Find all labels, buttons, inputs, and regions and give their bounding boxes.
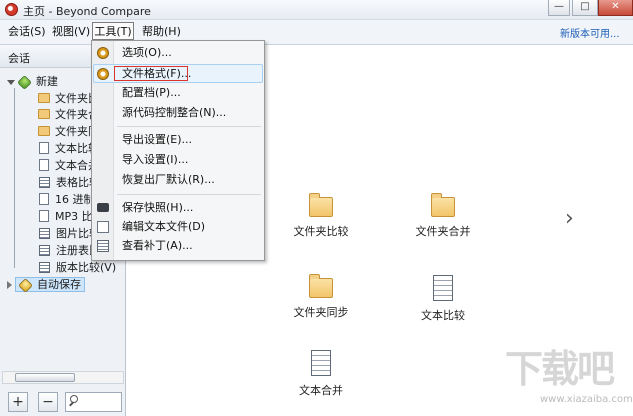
sidebar-group-label: 自动保存 [37, 278, 81, 291]
picture-icon [39, 227, 50, 239]
folder-sync-icon [38, 126, 50, 136]
document-icon [39, 142, 49, 154]
menu-item-source-control[interactable]: 源代码控制整合(N)... [122, 104, 226, 122]
window-title: 主页 - Beyond Compare [23, 5, 151, 18]
menu-view[interactable]: 视图(V) [50, 24, 92, 40]
add-session-button[interactable]: + [8, 392, 28, 412]
expand-arrow-icon[interactable] [7, 79, 15, 85]
new-session-gem-icon [17, 74, 32, 90]
collapse-arrow-icon[interactable] [7, 281, 12, 289]
sidebar-item-folder-merge[interactable]: 文件夹合 [38, 106, 99, 123]
menu-item-profiles[interactable]: 配置档(P)... [122, 84, 181, 102]
tile-label: 文件夹比较 [293, 225, 349, 238]
folder-sync-icon [309, 274, 333, 298]
edit-icon [97, 221, 109, 233]
music-icon [39, 210, 49, 222]
patch-icon [97, 240, 109, 252]
version-icon [39, 261, 50, 273]
sidebar-item-folder-sync[interactable]: 文件夹同 [38, 123, 99, 140]
sidebar-item-label: MP3 比 [55, 210, 93, 223]
registry-icon [39, 244, 50, 256]
folder-compare-icon [309, 193, 333, 217]
auto-save-gem-icon [18, 277, 33, 293]
menu-tools[interactable]: 工具(T) [92, 22, 134, 40]
sidebar-item-folder-compare[interactable]: 文件夹比 [38, 90, 99, 107]
sidebar-item-hex-compare[interactable]: 16 进制 [39, 191, 95, 208]
sidebar-item-mp3-compare[interactable]: MP3 比 [39, 208, 93, 225]
sidebar-group-auto-save[interactable]: 自动保存 [7, 276, 85, 293]
document-icon [39, 159, 49, 171]
sidebar-search-input[interactable] [65, 392, 122, 412]
watermark-url: www.xiazaiba.com [540, 394, 633, 405]
minimize-button[interactable]: — [548, 0, 570, 16]
hex-document-icon [39, 193, 49, 205]
scrollbar-thumb[interactable] [15, 373, 75, 382]
tile-folder-compare[interactable]: 文件夹比较 [285, 193, 357, 239]
tile-label: 文件夹同步 [293, 306, 349, 319]
watermark-logo: 下载吧 [505, 346, 615, 391]
menu-item-options[interactable]: 选项(O)... [122, 44, 172, 62]
next-page-arrow-icon[interactable]: › [565, 206, 574, 231]
sidebar-item-text-merge[interactable]: 文本合并 [39, 157, 99, 174]
text-compare-icon [433, 275, 453, 301]
camera-icon [97, 203, 109, 212]
tile-folder-merge[interactable]: 文件夹合并 [407, 193, 479, 239]
table-icon [39, 176, 50, 188]
maximize-button[interactable]: □ [572, 0, 598, 16]
menu-item-export-settings[interactable]: 导出设置(E)... [122, 131, 192, 149]
tree-guide-line [14, 88, 15, 268]
sidebar-item-label: 16 进制 [55, 193, 95, 206]
menu-item-import-settings[interactable]: 导入设置(I)... [122, 151, 188, 169]
close-button[interactable]: ✕ [598, 0, 633, 16]
menu-item-restore-defaults[interactable]: 恢复出厂默认(R)... [122, 171, 215, 189]
menu-separator [117, 126, 261, 127]
sidebar-header-label: 会话 [8, 52, 30, 65]
app-logo-icon [5, 3, 18, 16]
menu-help[interactable]: 帮助(H) [140, 24, 183, 40]
tile-text-merge[interactable]: 文本合并 [285, 350, 357, 398]
sidebar-item-label: 版本比较(V) [56, 261, 117, 274]
annotation-highlight-box [114, 66, 188, 81]
tile-label: 文本合并 [299, 384, 343, 397]
tile-folder-sync[interactable]: 文件夹同步 [285, 274, 357, 320]
folder-merge-icon [431, 193, 455, 217]
folder-icon [38, 109, 50, 119]
text-merge-icon [311, 350, 331, 376]
menu-item-save-snapshot[interactable]: 保存快照(H)... [122, 199, 193, 217]
new-version-link[interactable]: 新版本可用... [560, 25, 620, 40]
gear-icon [97, 47, 109, 59]
folder-icon [38, 93, 50, 103]
menu-item-edit-text-file[interactable]: 编辑文本文件(D) [122, 218, 205, 236]
search-icon-handle [69, 401, 74, 407]
sidebar-item-version-compare[interactable]: 版本比较(V) [39, 259, 116, 276]
tile-label: 文本比较 [421, 309, 465, 322]
menu-separator [117, 194, 261, 195]
menu-session[interactable]: 会话(S) [6, 24, 48, 40]
menu-item-view-patch[interactable]: 查看补丁(A)... [122, 237, 193, 255]
sidebar-group-label: 新建 [36, 75, 58, 88]
remove-session-button[interactable]: − [38, 392, 58, 412]
file-format-icon [97, 68, 109, 80]
sidebar-group-new[interactable]: 新建 [7, 73, 58, 90]
tile-text-compare[interactable]: 文本比较 [407, 275, 479, 323]
tile-label: 文件夹合并 [415, 225, 471, 238]
sidebar-item-text-compare[interactable]: 文本比较 [39, 140, 99, 157]
